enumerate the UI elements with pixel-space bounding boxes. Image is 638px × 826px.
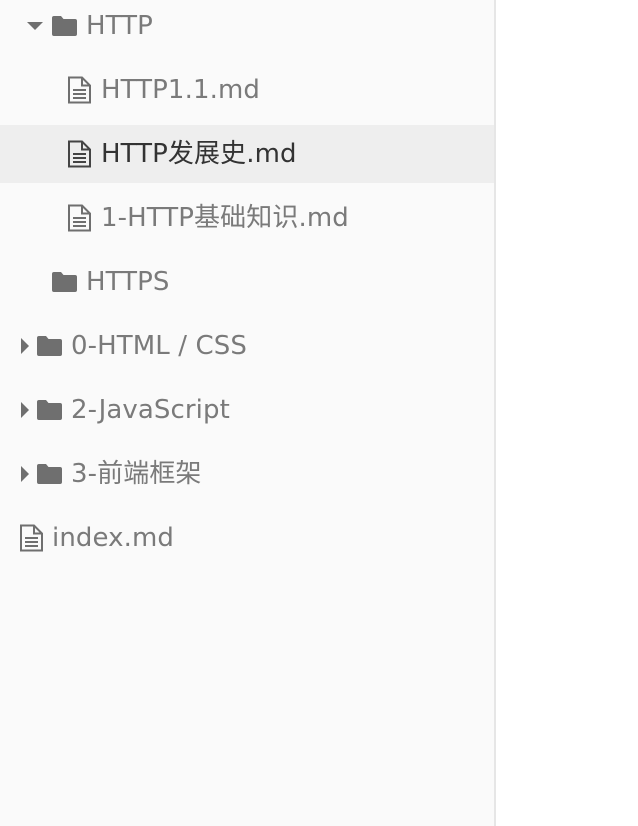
tree-file-index[interactable]: index.md	[0, 509, 494, 567]
chevron-down-icon[interactable]	[26, 17, 44, 35]
tree-file-http-basics[interactable]: 1-HTTP基础知识.md	[0, 189, 494, 247]
file-tree-sidebar: HTTP HTTP1.1.md HTTP发展史.md 1-HTTP基础知识.md	[0, 0, 496, 826]
folder-icon	[51, 15, 78, 37]
folder-icon	[36, 399, 63, 421]
tree-item-label: 3-前端框架	[71, 459, 202, 489]
chevron-right-icon[interactable]	[16, 401, 34, 419]
tree-folder-https[interactable]: HTTPS	[0, 253, 494, 311]
tree-item-label: 0-HTML / CSS	[71, 331, 247, 361]
folder-icon	[36, 335, 63, 357]
editor-area[interactable]	[496, 0, 638, 826]
tree-item-label: 1-HTTP基础知识.md	[101, 203, 349, 233]
tree-item-label: HTTP发展史.md	[101, 139, 297, 169]
tree-folder-http[interactable]: HTTP	[0, 0, 494, 55]
tree-item-label: 2-JavaScript	[71, 395, 230, 425]
file-icon	[67, 204, 92, 232]
folder-icon	[51, 271, 78, 293]
tree-item-label: HTTP1.1.md	[101, 75, 260, 105]
tree-folder-frontend-frameworks[interactable]: 3-前端框架	[0, 445, 494, 503]
tree-item-label: index.md	[52, 523, 175, 553]
chevron-right-icon[interactable]	[16, 337, 34, 355]
tree-item-label: HTTP	[86, 11, 153, 41]
tree-file-http11[interactable]: HTTP1.1.md	[0, 61, 494, 119]
chevron-right-icon[interactable]	[16, 465, 34, 483]
tree-folder-html-css[interactable]: 0-HTML / CSS	[0, 317, 494, 375]
folder-icon	[36, 463, 63, 485]
file-icon	[19, 524, 44, 552]
tree-folder-javascript[interactable]: 2-JavaScript	[0, 381, 494, 439]
file-icon	[67, 76, 92, 104]
file-icon	[67, 140, 92, 168]
tree-item-label: HTTPS	[86, 267, 170, 297]
tree-file-http-history[interactable]: HTTP发展史.md	[0, 125, 494, 183]
